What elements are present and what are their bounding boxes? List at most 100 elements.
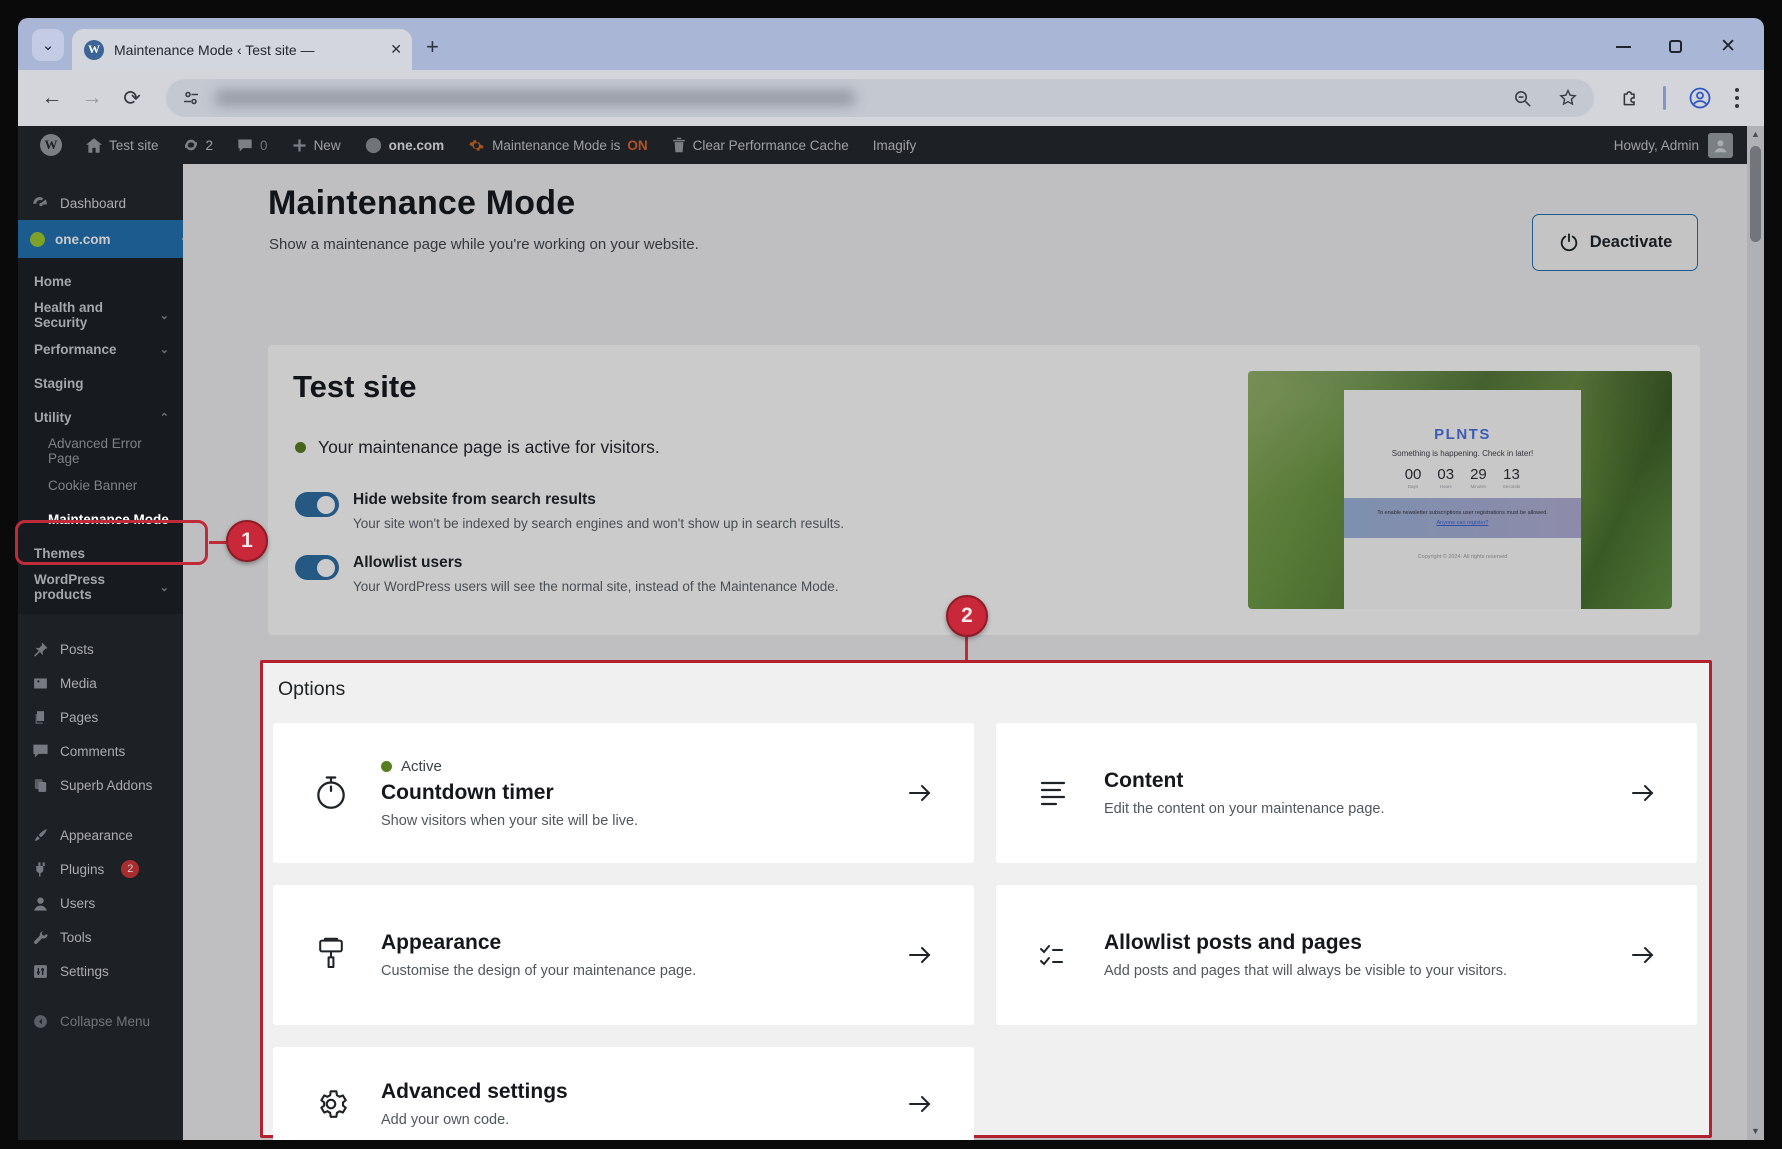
scrollbar-thumb[interactable] — [1750, 146, 1761, 242]
address-url-redacted — [214, 90, 856, 106]
sidebar-item-plugins[interactable]: Plugins 2 — [18, 852, 183, 886]
admin-bar-clear-cache[interactable]: Clear Performance Cache — [664, 137, 857, 153]
admin-bar-new[interactable]: New — [284, 138, 349, 153]
howdy-label[interactable]: Howdy, Admin — [1614, 138, 1699, 153]
address-bar[interactable] — [166, 79, 1594, 117]
page-scrollbar[interactable]: ▲ ▼ — [1747, 126, 1764, 1140]
chevron-down-icon: ⌄ — [160, 581, 169, 594]
collapse-arrow-icon — [30, 1013, 50, 1030]
admin-bar-comments[interactable]: 0 — [229, 138, 276, 153]
annotation-step-2-badge: 2 — [946, 595, 988, 637]
browser-toolbar: ← → ⟳ — [18, 70, 1764, 126]
sidebar-item-performance[interactable]: Performance⌄ — [18, 332, 183, 366]
gear-icon — [313, 1087, 349, 1121]
admin-bar-maintenance-status[interactable]: Maintenance Mode is ON — [460, 137, 656, 154]
sidebar-item-dashboard[interactable]: Dashboard — [18, 186, 183, 220]
dashboard-gauge-icon — [30, 194, 50, 212]
forward-icon[interactable]: → — [72, 86, 112, 110]
browser-window: ⌄ W Maintenance Mode ‹ Test site — ✕ + ✕… — [0, 0, 1782, 1149]
onecom-status-dot-icon — [30, 232, 45, 247]
close-icon[interactable]: ✕ — [1720, 37, 1736, 56]
preview-card: PLNTS Something is happening. Check in l… — [1344, 390, 1581, 609]
bookmark-star-icon[interactable] — [1558, 88, 1578, 108]
toggle-row-hide-website: Hide website from search results Your si… — [295, 491, 844, 531]
sidebar-item-advanced-error-page[interactable]: Advanced Error Page — [18, 434, 183, 468]
minimize-icon[interactable] — [1616, 46, 1631, 48]
scroll-up-icon[interactable]: ▲ — [1751, 126, 1760, 143]
sidebar-item-tools[interactable]: Tools — [18, 920, 183, 954]
advanced-settings-card[interactable]: Advanced settings Add your own code. — [273, 1047, 974, 1140]
scroll-down-icon[interactable]: ▼ — [1751, 1123, 1760, 1140]
stopwatch-icon — [313, 774, 349, 812]
sidebar-item-pages[interactable]: Pages — [18, 700, 183, 734]
site-settings-icon[interactable] — [182, 89, 200, 107]
admin-bar-imagify[interactable]: Imagify — [865, 138, 925, 153]
sidebar-item-media[interactable]: Media — [18, 666, 183, 700]
appearance-card[interactable]: Appearance Customise the design of your … — [273, 885, 974, 1025]
site-status-card: Test site Your maintenance page is activ… — [268, 345, 1700, 635]
admin-bar-site[interactable]: Test site — [78, 138, 167, 153]
sidebar-item-superb-addons[interactable]: Superb Addons — [18, 768, 183, 802]
extensions-puzzle-icon[interactable] — [1620, 88, 1641, 109]
options-title: Options — [278, 678, 345, 701]
zoom-out-icon[interactable] — [1513, 89, 1532, 108]
hide-website-toggle[interactable] — [295, 492, 339, 517]
new-tab-button[interactable]: + — [426, 36, 439, 58]
wp-logo-menu[interactable]: W — [32, 134, 70, 156]
admin-bar-onecom[interactable]: one.com — [357, 137, 453, 154]
sidebar-item-users[interactable]: Users — [18, 886, 183, 920]
page-subtitle: Show a maintenance page while you're wor… — [269, 236, 699, 253]
user-icon — [30, 895, 50, 912]
sidebar-item-wordpress-products[interactable]: WordPress products⌄ — [18, 570, 183, 604]
plugin-icon — [30, 861, 50, 878]
browser-tab[interactable]: W Maintenance Mode ‹ Test site — ✕ — [72, 29, 412, 70]
media-icon — [30, 675, 50, 692]
allowlist-posts-pages-card[interactable]: Allowlist posts and pages Add posts and … — [996, 885, 1697, 1025]
sidebar-item-comments[interactable]: Comments — [18, 734, 183, 768]
sidebar-item-settings[interactable]: Settings — [18, 954, 183, 988]
sidebar-item-onecom[interactable]: one.com — [18, 220, 183, 258]
toolbar-divider — [1663, 86, 1666, 110]
site-name: Test site — [293, 369, 416, 405]
trash-icon — [672, 137, 686, 153]
arrow-right-icon — [1629, 943, 1657, 967]
wp-sidebar: Dashboard one.com Home Health and Securi… — [18, 164, 183, 1140]
tab-title: Maintenance Mode ‹ Test site — — [114, 42, 384, 58]
annotation-connector-1 — [209, 541, 226, 544]
sidebar-item-collapse-menu[interactable]: Collapse Menu — [18, 1004, 183, 1038]
sidebar-item-home[interactable]: Home — [18, 264, 183, 298]
back-icon[interactable]: ← — [32, 86, 72, 110]
content-card[interactable]: Content Edit the content on your mainten… — [996, 723, 1697, 863]
maintenance-status-line: Your maintenance page is active for visi… — [295, 437, 660, 458]
preview-countdown: 00Days 03Hours 29Minutes 13Seconds — [1344, 466, 1581, 489]
maintenance-page-preview: PLNTS Something is happening. Check in l… — [1248, 371, 1672, 609]
menu-dots-icon[interactable] — [1734, 87, 1740, 109]
sidebar-item-posts[interactable]: Posts — [18, 632, 183, 666]
sidebar-item-staging[interactable]: Staging — [18, 366, 183, 400]
wp-admin-bar: W Test site 2 0 New one.com Maintenance … — [18, 126, 1747, 164]
tab-close-icon[interactable]: ✕ — [390, 41, 402, 58]
window-controls: ✕ — [1616, 37, 1764, 70]
sidebar-item-health-security[interactable]: Health and Security⌄ — [18, 298, 183, 332]
profile-avatar-icon[interactable] — [1688, 86, 1712, 110]
wrench-icon — [30, 929, 50, 946]
admin-avatar[interactable] — [1708, 133, 1733, 158]
text-lines-icon — [1036, 779, 1072, 807]
wordpress-logo-icon: W — [40, 134, 62, 156]
page-title: Maintenance Mode — [268, 184, 575, 223]
countdown-timer-card[interactable]: Active Countdown timer Show visitors whe… — [273, 723, 974, 863]
tab-strip: ⌄ W Maintenance Mode ‹ Test site — ✕ + ✕ — [18, 18, 1764, 70]
admin-bar-updates[interactable]: 2 — [175, 137, 222, 153]
wordpress-favicon-icon: W — [84, 40, 104, 60]
options-section: Options Active Countdown timer Show visi… — [260, 660, 1712, 1138]
plugins-count-badge: 2 — [121, 860, 139, 878]
reload-icon[interactable]: ⟳ — [112, 86, 152, 111]
sidebar-item-appearance[interactable]: Appearance — [18, 818, 183, 852]
deactivate-button[interactable]: Deactivate — [1532, 214, 1698, 271]
sidebar-item-utility[interactable]: Utility⌃ — [18, 400, 183, 434]
allowlist-users-toggle[interactable] — [295, 555, 339, 580]
sidebar-item-cookie-banner[interactable]: Cookie Banner — [18, 468, 183, 502]
maximize-icon[interactable] — [1669, 40, 1682, 53]
tab-search-button[interactable]: ⌄ — [32, 29, 64, 61]
chevron-down-icon: ⌄ — [160, 343, 169, 356]
